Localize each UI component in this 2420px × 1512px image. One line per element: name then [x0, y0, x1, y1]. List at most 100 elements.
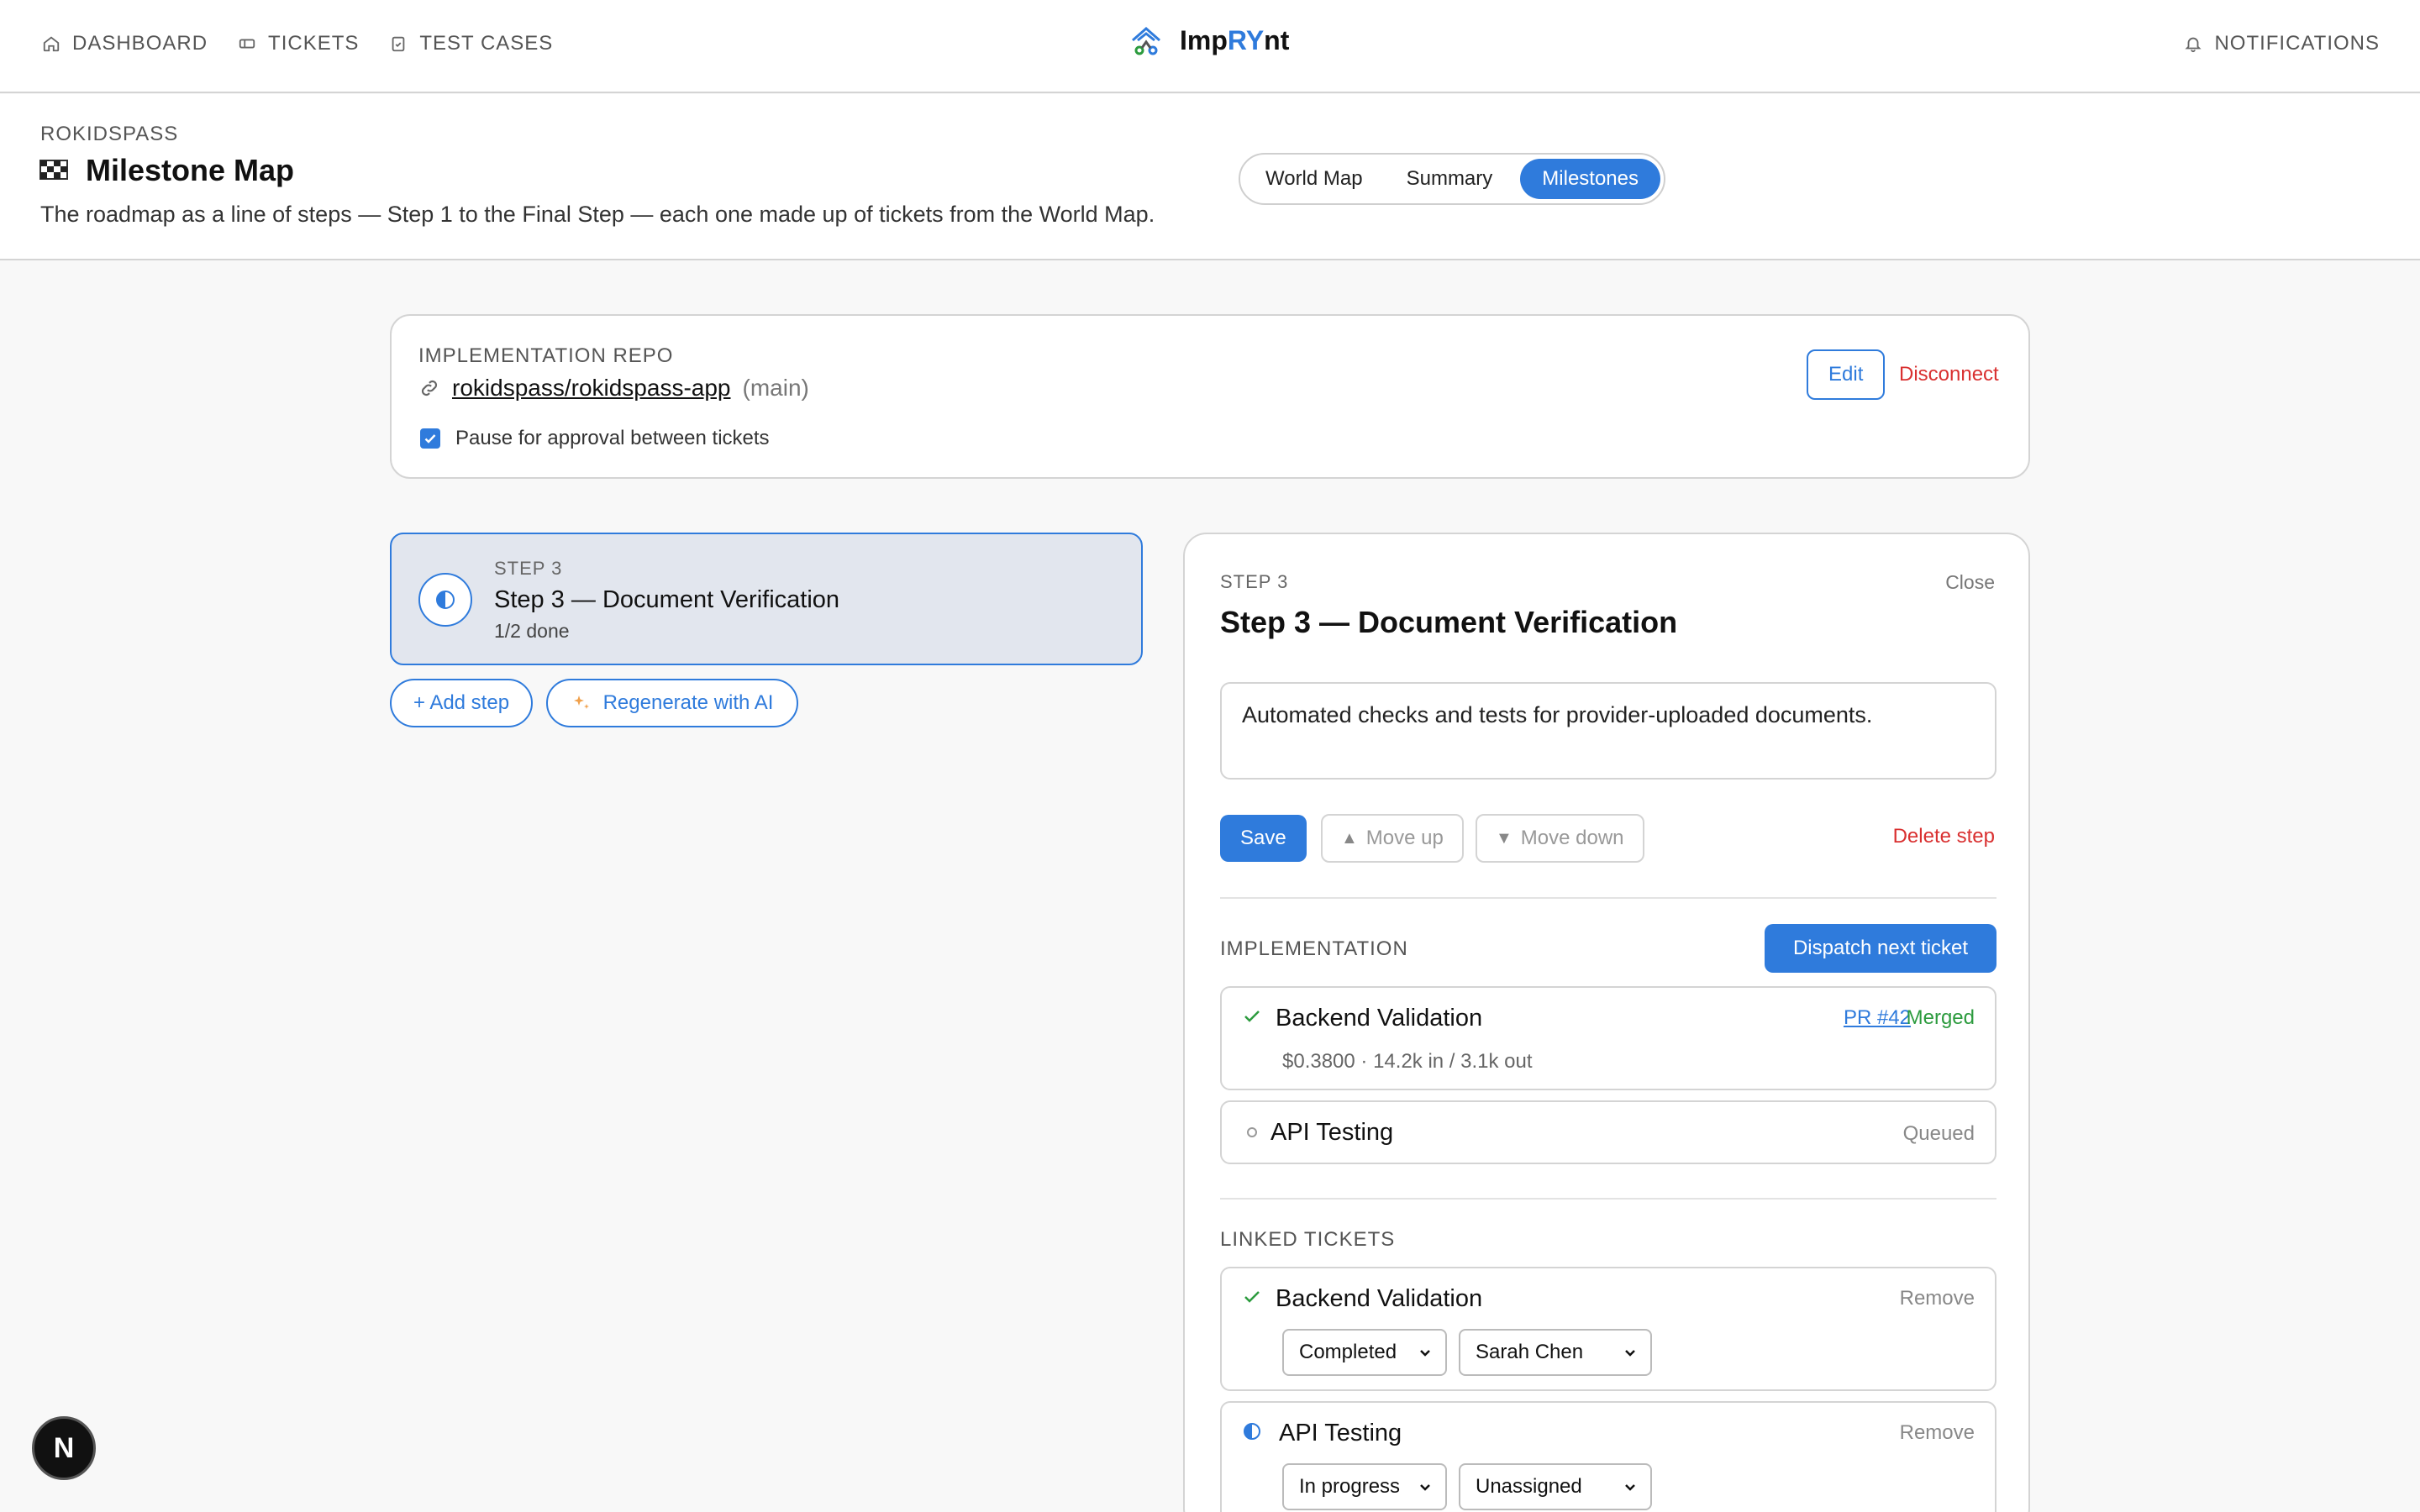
page-title: Milestone Map [39, 153, 294, 188]
linked-tickets-label: LINKED TICKETS [1220, 1228, 1396, 1251]
tab-summary[interactable]: Summary [1385, 159, 1515, 199]
brand-name-accent: RY [1227, 24, 1265, 55]
checkmark-icon [1242, 1006, 1262, 1031]
step-description-textarea[interactable]: Automated checks and tests for provider-… [1220, 682, 1996, 780]
view-switcher: World Map Summary Milestones [1239, 153, 1665, 205]
implementation-ticket: Backend Validation PR #42 Merged $0.3800… [1220, 986, 1996, 1090]
pause-approval-label: Pause for approval between tickets [455, 427, 770, 449]
brand-logo[interactable]: ImpRYnt [1128, 22, 1289, 59]
nav-links: DASHBOARD TICKETS TEST CASES [42, 32, 553, 55]
page-title-text: Milestone Map [86, 153, 295, 187]
implementation-label: IMPLEMENTATION [1220, 937, 1408, 960]
step-name: Step 3 — Document Verification [494, 586, 840, 613]
move-up-label: Move up [1365, 827, 1444, 849]
remove-ticket-button[interactable]: Remove [1900, 1287, 1975, 1310]
implementation-ticket: API Testing Queued [1220, 1100, 1996, 1164]
nav-tickets[interactable]: TICKETS [238, 32, 359, 55]
status-select-value: In progress [1299, 1475, 1401, 1498]
tab-world-map[interactable]: World Map [1244, 159, 1385, 199]
brand-name-part1: Imp [1180, 24, 1228, 55]
linked-ticket: Backend Validation Remove Completed Sara… [1220, 1267, 1996, 1391]
repo-label: IMPLEMENTATION REPO [418, 344, 674, 367]
pause-approval-row[interactable]: Pause for approval between tickets [420, 427, 770, 450]
merged-badge: Merged [1906, 1006, 1975, 1029]
nav-notifications[interactable]: NOTIFICATIONS [2184, 32, 2380, 55]
ticket-icon [239, 39, 255, 49]
remove-ticket-button[interactable]: Remove [1900, 1421, 1975, 1445]
close-detail-button[interactable]: Close [1945, 571, 1995, 594]
save-button[interactable]: Save [1220, 815, 1307, 862]
status-select[interactable]: In progress [1282, 1463, 1447, 1510]
pr-link[interactable]: PR #42 [1844, 1006, 1911, 1030]
checkered-flag-icon [39, 160, 68, 180]
tab-milestones[interactable]: Milestones [1520, 159, 1660, 199]
step-status-icon [418, 573, 472, 627]
step-progress: 1/2 done [494, 620, 570, 642]
implementation-repo-card: IMPLEMENTATION REPO rokidspass/rokidspas… [390, 314, 2030, 479]
repo-link-row: rokidspass/rokidspass-app (main) [418, 375, 809, 402]
brand-name-part3: nt [1264, 24, 1290, 55]
nav-test-cases-label: TEST CASES [419, 32, 554, 55]
detail-kicker: STEP 3 [1220, 571, 1289, 592]
nextjs-dev-badge[interactable]: N [32, 1416, 96, 1480]
ticket-title: API Testing [1270, 1119, 1394, 1146]
half-circle-icon [436, 591, 455, 609]
step-kicker: STEP 3 [494, 558, 563, 579]
assignee-select[interactable]: Unassigned [1459, 1463, 1652, 1510]
assignee-select-value: Unassigned [1476, 1475, 1582, 1498]
linked-ticket: API Testing Remove In progress Unassigne… [1220, 1401, 1996, 1512]
step-detail-panel: STEP 3 Close Step 3 — Document Verificat… [1183, 533, 2030, 1512]
link-icon [421, 380, 438, 396]
edit-repo-button[interactable]: Edit [1807, 349, 1886, 400]
ticket-title: Backend Validation [1276, 1285, 1483, 1312]
nav-notifications-label: NOTIFICATIONS [2214, 32, 2380, 55]
logo-icon [1132, 27, 1160, 55]
divider [1220, 897, 1996, 899]
bell-icon [2185, 37, 2202, 53]
chevron-down-icon [1420, 1484, 1430, 1491]
nav-dashboard[interactable]: DASHBOARD [42, 32, 208, 55]
nav-dashboard-label: DASHBOARD [72, 32, 208, 55]
detail-title: Step 3 — Document Verification [1220, 605, 1678, 639]
repo-link[interactable]: rokidspass/rokidspass-app [452, 375, 731, 402]
assignee-select[interactable]: Sarah Chen [1459, 1329, 1652, 1376]
nav-test-cases[interactable]: TEST CASES [389, 32, 553, 55]
ticket-cost-meta: $0.3800 · 14.2k in / 3.1k out [1282, 1050, 1533, 1073]
checkmark-icon [1242, 1287, 1262, 1311]
assignee-select-value: Sarah Chen [1476, 1341, 1584, 1363]
ticket-title: Backend Validation [1276, 1005, 1483, 1032]
chevron-down-icon [1625, 1484, 1635, 1491]
move-down-button[interactable]: ▼ Move down [1476, 814, 1644, 863]
nav-tickets-label: TICKETS [268, 32, 360, 55]
check-icon [424, 434, 436, 444]
regenerate-ai-label: Regenerate with AI [602, 691, 774, 714]
page-header: ROKIDSPASS Milestone Map The roadmap as … [0, 94, 2420, 260]
chevron-down-icon [1625, 1350, 1635, 1357]
move-up-button[interactable]: ▲ Move up [1321, 814, 1464, 863]
dispatch-next-ticket-button[interactable]: Dispatch next ticket [1765, 924, 1996, 973]
chevron-down-icon [1420, 1350, 1430, 1357]
top-nav: DASHBOARD TICKETS TEST CASES ImpRYnt NOT… [0, 0, 2420, 93]
delete-step-button[interactable]: Delete step [1893, 825, 1995, 848]
add-step-button[interactable]: + Add step [390, 679, 533, 727]
project-name: ROKIDSPASS [40, 123, 179, 145]
brand-name: ImpRYnt [1180, 25, 1289, 56]
status-select[interactable]: Completed [1282, 1329, 1447, 1376]
repo-branch: (main) [742, 375, 809, 401]
regenerate-ai-button[interactable]: Regenerate with AI [546, 679, 798, 727]
disconnect-repo-button[interactable]: Disconnect [1899, 363, 1999, 386]
ticket-title: API Testing [1279, 1420, 1402, 1446]
clipboard-check-icon [392, 36, 405, 52]
step-card[interactable]: STEP 3 Step 3 — Document Verification 1/… [390, 533, 1143, 665]
queued-badge: Queued [1902, 1122, 1975, 1145]
pause-approval-checkbox[interactable] [420, 428, 440, 449]
home-icon [43, 36, 60, 52]
sparkles-icon [573, 696, 589, 709]
divider [1220, 1198, 1996, 1200]
move-down-label: Move down [1520, 827, 1624, 849]
half-circle-icon [1242, 1421, 1262, 1446]
status-select-value: Completed [1299, 1341, 1397, 1363]
page-description: The roadmap as a line of steps — Step 1 … [40, 202, 1155, 227]
empty-circle-icon [1242, 1122, 1262, 1147]
triangle-up-icon: ▲ [1341, 828, 1358, 848]
